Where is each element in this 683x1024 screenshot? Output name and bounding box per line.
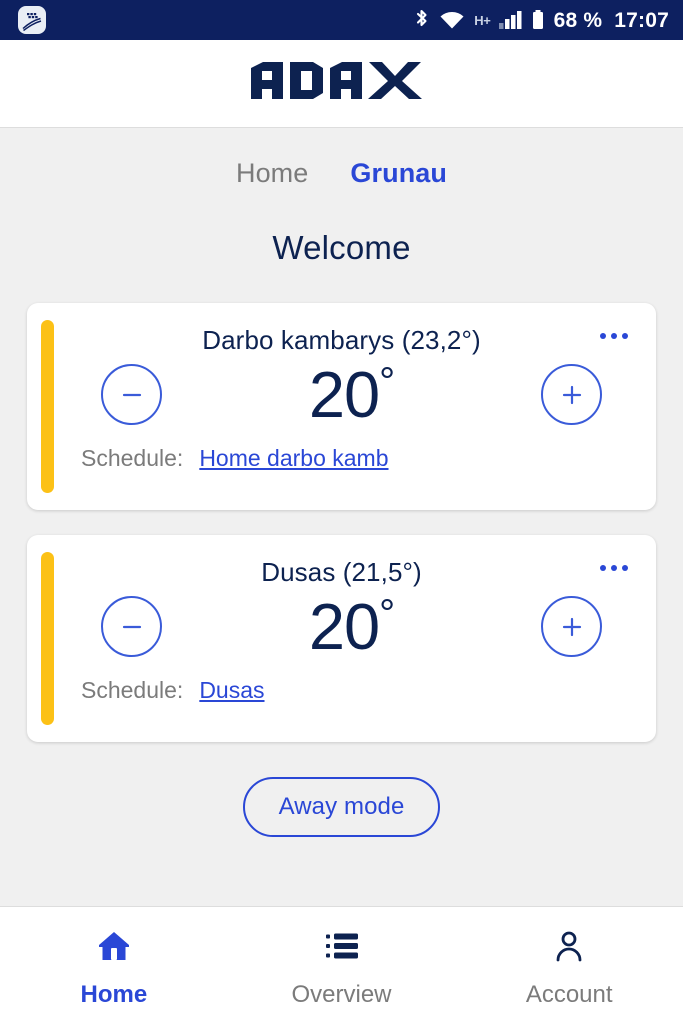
blackberry-hub-icon	[18, 6, 46, 34]
schedule-link[interactable]: Home darbo kamb	[199, 445, 388, 472]
device-card-header: Darbo kambarys (23,2°)	[45, 319, 638, 356]
away-mode-button[interactable]: Away mode	[242, 777, 441, 837]
away-mode-container: Away mode	[0, 777, 683, 837]
bluetooth-icon	[413, 8, 430, 32]
degree-symbol: °	[379, 360, 395, 404]
device-card[interactable]: Dusas (21,5°) 20° Schedule: Dusas	[27, 535, 656, 742]
clock: 17:07	[614, 8, 669, 32]
page-title: Welcome	[272, 229, 411, 266]
app-header	[0, 40, 683, 128]
nav-label-overview: Overview	[291, 981, 392, 1008]
schedule-row: Schedule: Home darbo kamb	[45, 427, 638, 472]
nav-label-home: Home	[80, 981, 148, 1008]
tab-home[interactable]: Home	[236, 158, 308, 189]
schedule-row: Schedule: Dusas	[45, 659, 638, 704]
status-bar-left	[18, 6, 46, 34]
wifi-icon	[439, 8, 465, 32]
tab-grunau[interactable]: Grunau	[350, 158, 447, 189]
nav-label-account: Account	[525, 981, 613, 1008]
device-card-list: Darbo kambarys (23,2°) 20° Schedule: Hom…	[0, 303, 683, 767]
status-bar-right: H+ 68 % 17:07	[413, 8, 669, 32]
bottom-navigation: Home Overview Account	[0, 906, 683, 1024]
device-card[interactable]: Darbo kambarys (23,2°) 20° Schedule: Hom…	[27, 303, 656, 510]
temperature-controls: 20°	[45, 356, 638, 427]
increase-temperature-button[interactable]	[541, 364, 602, 425]
battery-percentage: 68 %	[553, 8, 603, 32]
target-temperature: 20°	[309, 592, 395, 659]
status-bar: H+ 68 % 17:07	[0, 0, 683, 40]
more-options-icon[interactable]	[594, 559, 634, 577]
network-type-indicator: H+	[474, 12, 491, 28]
battery-icon	[531, 8, 545, 32]
temperature-controls: 20°	[45, 588, 638, 659]
person-icon	[552, 927, 586, 965]
nav-item-account[interactable]: Account	[455, 907, 683, 1009]
target-temperature-value: 20	[308, 358, 380, 431]
device-card-header: Dusas (21,5°)	[45, 551, 638, 588]
main-content: Home Grunau Welcome Darbo kambarys (23,2…	[0, 128, 683, 906]
schedule-label: Schedule:	[81, 445, 184, 471]
target-temperature-value: 20	[308, 590, 380, 663]
decrease-temperature-button[interactable]	[101, 596, 162, 657]
nav-item-overview[interactable]: Overview	[228, 907, 456, 1009]
plus-icon	[562, 385, 581, 404]
device-name: Dusas (21,5°)	[261, 557, 422, 587]
adax-logo	[249, 62, 435, 105]
home-icon	[96, 927, 132, 965]
minus-icon	[122, 393, 141, 396]
decrease-temperature-button[interactable]	[101, 364, 162, 425]
minus-icon	[122, 625, 141, 628]
cellular-signal-icon	[498, 8, 522, 32]
list-icon	[324, 927, 360, 965]
degree-symbol: °	[379, 592, 395, 636]
schedule-label: Schedule:	[81, 677, 184, 703]
target-temperature: 20°	[309, 360, 395, 427]
increase-temperature-button[interactable]	[541, 596, 602, 657]
more-options-icon[interactable]	[594, 327, 634, 345]
device-name: Darbo kambarys (23,2°)	[202, 325, 481, 355]
schedule-link[interactable]: Dusas	[199, 677, 264, 704]
location-tabs: Home Grunau	[0, 128, 683, 189]
nav-item-home[interactable]: Home	[0, 907, 228, 1009]
plus-icon	[562, 617, 581, 636]
